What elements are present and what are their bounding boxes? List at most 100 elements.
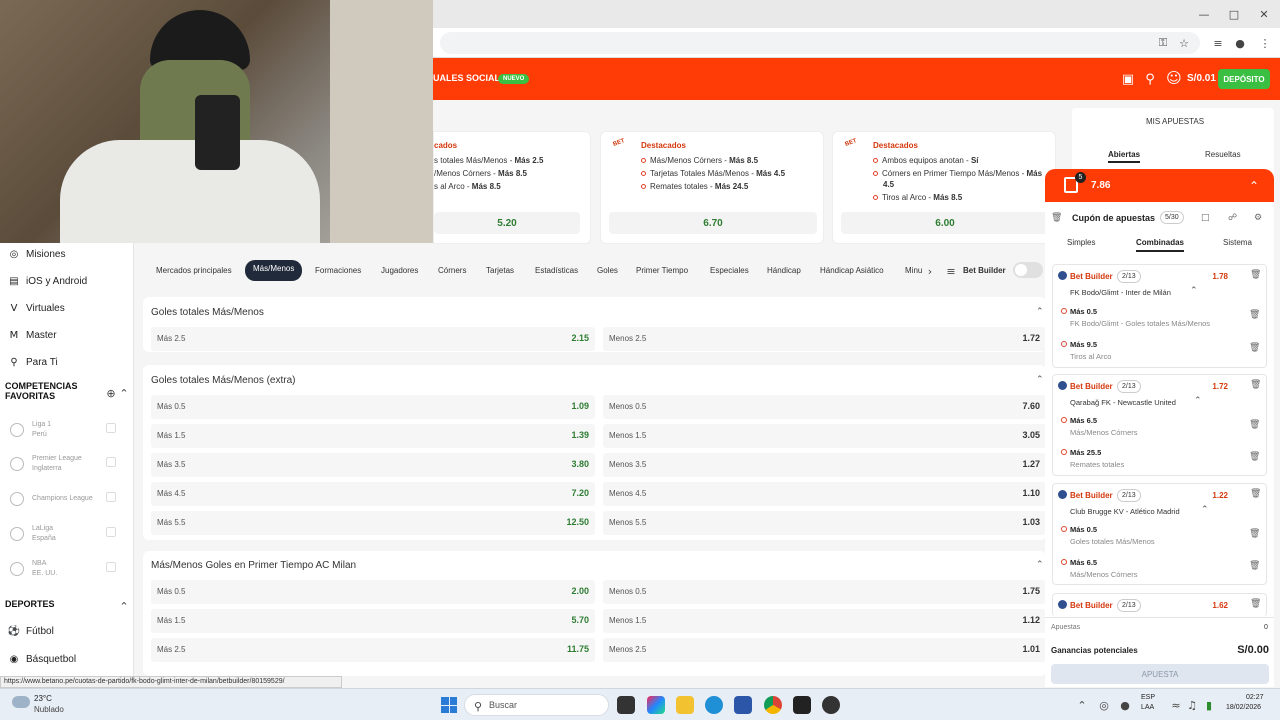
copilot-icon[interactable] bbox=[647, 696, 665, 714]
odds-button[interactable]: Más 1.5 1.39 bbox=[151, 424, 595, 448]
nav-link-social[interactable]: SOCIAL bbox=[466, 73, 500, 83]
trash-icon[interactable]: 🗑 bbox=[1249, 529, 1260, 539]
tab-combinadas[interactable]: Combinadas bbox=[1136, 238, 1185, 252]
chevron-up-icon[interactable]: ⌃ bbox=[1194, 396, 1202, 406]
tab-resueltas[interactable]: Resueltas bbox=[1205, 150, 1241, 159]
trash-icon[interactable]: 🗑 bbox=[1250, 489, 1261, 499]
collapse-icon[interactable]: ⌃ bbox=[116, 385, 132, 401]
trash-icon[interactable]: 🗑 bbox=[1249, 420, 1260, 430]
odds-button[interactable]: Menos 2.5 1.01 bbox=[603, 638, 1046, 662]
favorite-checkbox[interactable] bbox=[106, 457, 116, 467]
tab-corners[interactable]: Córners bbox=[438, 266, 466, 275]
sidebar-item-misiones[interactable]: ◎ Misiones bbox=[8, 248, 66, 260]
odds-button[interactable]: Más 1.5 5.70 bbox=[151, 609, 595, 633]
clock-time[interactable]: 02:27 bbox=[1246, 694, 1264, 701]
odds-button[interactable]: Más 3.5 3.80 bbox=[151, 453, 595, 477]
tab-simples[interactable]: Simples bbox=[1067, 238, 1095, 247]
chrome-icon[interactable] bbox=[764, 696, 782, 714]
chevron-right-icon[interactable]: › bbox=[922, 263, 938, 279]
featured-card-1[interactable]: cados s totales Más/Menos - Más 2.5 /Men… bbox=[433, 131, 591, 244]
odds-button[interactable]: Más 4.5 7.20 bbox=[151, 482, 595, 506]
tab-estadisticas[interactable]: Estadísticas bbox=[535, 266, 578, 275]
featured-card-2[interactable]: BET Destacados Más/Menos Córners - Más 8… bbox=[600, 131, 824, 244]
balance[interactable]: S/0.01 bbox=[1187, 73, 1216, 84]
odds-button[interactable]: Más 0.5 2.00 bbox=[151, 580, 595, 604]
microphone-icon[interactable]: ● bbox=[1117, 697, 1133, 713]
trash-icon[interactable]: 🗑 bbox=[1051, 213, 1062, 223]
collapse-icon[interactable]: ⌃ bbox=[1036, 375, 1044, 385]
tray-chevron-icon[interactable]: ⌃ bbox=[1074, 697, 1090, 713]
competition-liga-1[interactable]: Liga 1 Perú bbox=[10, 420, 51, 440]
trash-icon[interactable]: 🗑 bbox=[1249, 561, 1260, 571]
volume-icon[interactable]: ♫ bbox=[1184, 697, 1200, 713]
sidebar-item-virtuales[interactable]: V Virtuales bbox=[8, 302, 65, 314]
chevron-up-icon[interactable]: ⌃ bbox=[1190, 286, 1198, 296]
task-view-icon[interactable] bbox=[617, 696, 635, 714]
place-bet-button[interactable]: APUESTA bbox=[1051, 664, 1269, 684]
tab-tarjetas[interactable]: Tarjetas bbox=[486, 266, 514, 275]
collapse-icon[interactable]: ⌃ bbox=[116, 598, 132, 614]
media-queue-icon[interactable]: ≡ bbox=[1210, 35, 1226, 51]
wifi-icon[interactable]: ≈ bbox=[1168, 697, 1184, 713]
tab-primer-tiempo[interactable]: Primer Tiempo bbox=[636, 266, 688, 275]
favorite-checkbox[interactable] bbox=[106, 562, 116, 572]
capcut-icon[interactable] bbox=[793, 696, 811, 714]
favorite-checkbox[interactable] bbox=[106, 527, 116, 537]
battery-icon[interactable]: ▮ bbox=[1201, 697, 1217, 713]
odds-button[interactable]: Más 2.5 2.15 bbox=[151, 327, 595, 351]
trash-icon[interactable]: 🗑 bbox=[1249, 452, 1260, 462]
minimize-icon[interactable]: — bbox=[1196, 6, 1212, 22]
competition-laliga[interactable]: LaLiga España bbox=[10, 524, 56, 544]
competition-nba[interactable]: NBA EE. UU. bbox=[10, 559, 57, 579]
tab-sistema[interactable]: Sistema bbox=[1223, 238, 1252, 247]
address-bar[interactable] bbox=[440, 32, 1200, 54]
bet-builder-toggle[interactable] bbox=[1013, 262, 1043, 278]
store-icon[interactable] bbox=[734, 696, 752, 714]
clock-date[interactable]: 18/02/2026 bbox=[1226, 704, 1261, 711]
competition-premier-league[interactable]: Premier League Inglaterra bbox=[10, 454, 82, 474]
settings-gear-icon[interactable]: ⚙ bbox=[1254, 213, 1262, 223]
tab-especiales[interactable]: Especiales bbox=[710, 266, 749, 275]
collapse-icon[interactable]: ⌃ bbox=[1036, 560, 1044, 570]
tab-handicap[interactable]: Hándicap bbox=[767, 266, 801, 275]
sport-futbol[interactable]: ⚽ Fútbol bbox=[8, 625, 54, 637]
bet-slip-header[interactable]: 5 7.86 ⌃ bbox=[1045, 169, 1274, 202]
odds-button[interactable]: Menos 0.5 1.75 bbox=[603, 580, 1046, 604]
trash-icon[interactable]: 🗑 bbox=[1250, 380, 1261, 390]
tab-jugadores[interactable]: Jugadores bbox=[381, 266, 418, 275]
sport-basquetbol[interactable]: ◉ Básquetbol bbox=[8, 653, 76, 665]
deposit-button[interactable]: DEPÓSITO bbox=[1218, 69, 1270, 89]
collapse-icon[interactable]: ⌃ bbox=[1246, 178, 1262, 194]
tab-formaciones[interactable]: Formaciones bbox=[315, 266, 361, 275]
chevron-up-icon[interactable]: ⌃ bbox=[1201, 505, 1209, 515]
odds-button[interactable]: Más 0.5 1.09 bbox=[151, 395, 595, 419]
search-icon[interactable]: ⚲ bbox=[1142, 71, 1158, 87]
account-icon[interactable]: ☺ bbox=[1166, 69, 1182, 87]
input-language[interactable]: ESP bbox=[1141, 694, 1155, 701]
odds-button[interactable]: Más 5.5 12.50 bbox=[151, 511, 595, 535]
browser-menu-icon[interactable]: ⋮ bbox=[1257, 35, 1273, 51]
bookmark-icon[interactable]: □ bbox=[1201, 213, 1210, 223]
odds-button[interactable]: Menos 2.5 1.72 bbox=[603, 327, 1046, 351]
odds-button[interactable]: Menos 5.5 1.03 bbox=[603, 511, 1046, 535]
trash-icon[interactable]: 🗑 bbox=[1250, 270, 1261, 280]
odds-button[interactable]: Menos 1.5 3.05 bbox=[603, 424, 1046, 448]
trash-icon[interactable]: 🗑 bbox=[1249, 343, 1260, 353]
favorite-checkbox[interactable] bbox=[106, 423, 116, 433]
file-explorer-icon[interactable] bbox=[676, 696, 694, 714]
bookmark-star-icon[interactable]: ☆ bbox=[1176, 35, 1192, 51]
edge-icon[interactable] bbox=[705, 696, 723, 714]
security-icon[interactable]: ◎ bbox=[1096, 697, 1112, 713]
odds-button[interactable]: Menos 3.5 1.27 bbox=[603, 453, 1046, 477]
tab-handicap-asiatico[interactable]: Hándicap Asiático bbox=[820, 266, 884, 275]
taskbar-search[interactable]: ⚲ Buscar bbox=[464, 694, 609, 716]
password-key-icon[interactable]: ⚿ bbox=[1155, 35, 1171, 51]
trash-icon[interactable]: 🗑 bbox=[1249, 310, 1260, 320]
tab-mercados-principales[interactable]: Mercados principales bbox=[156, 266, 232, 275]
windows-start-icon[interactable] bbox=[441, 697, 457, 713]
gift-icon[interactable]: ▣ bbox=[1120, 71, 1136, 87]
featured-card-3[interactable]: BET Destacados Ambos equipos anotan - Sí… bbox=[832, 131, 1056, 244]
tab-minutos[interactable]: Minu bbox=[905, 266, 922, 275]
close-window-icon[interactable]: ✕ bbox=[1256, 6, 1272, 22]
sidebar-item-para-ti[interactable]: ⚲ Para Ti bbox=[8, 356, 57, 368]
